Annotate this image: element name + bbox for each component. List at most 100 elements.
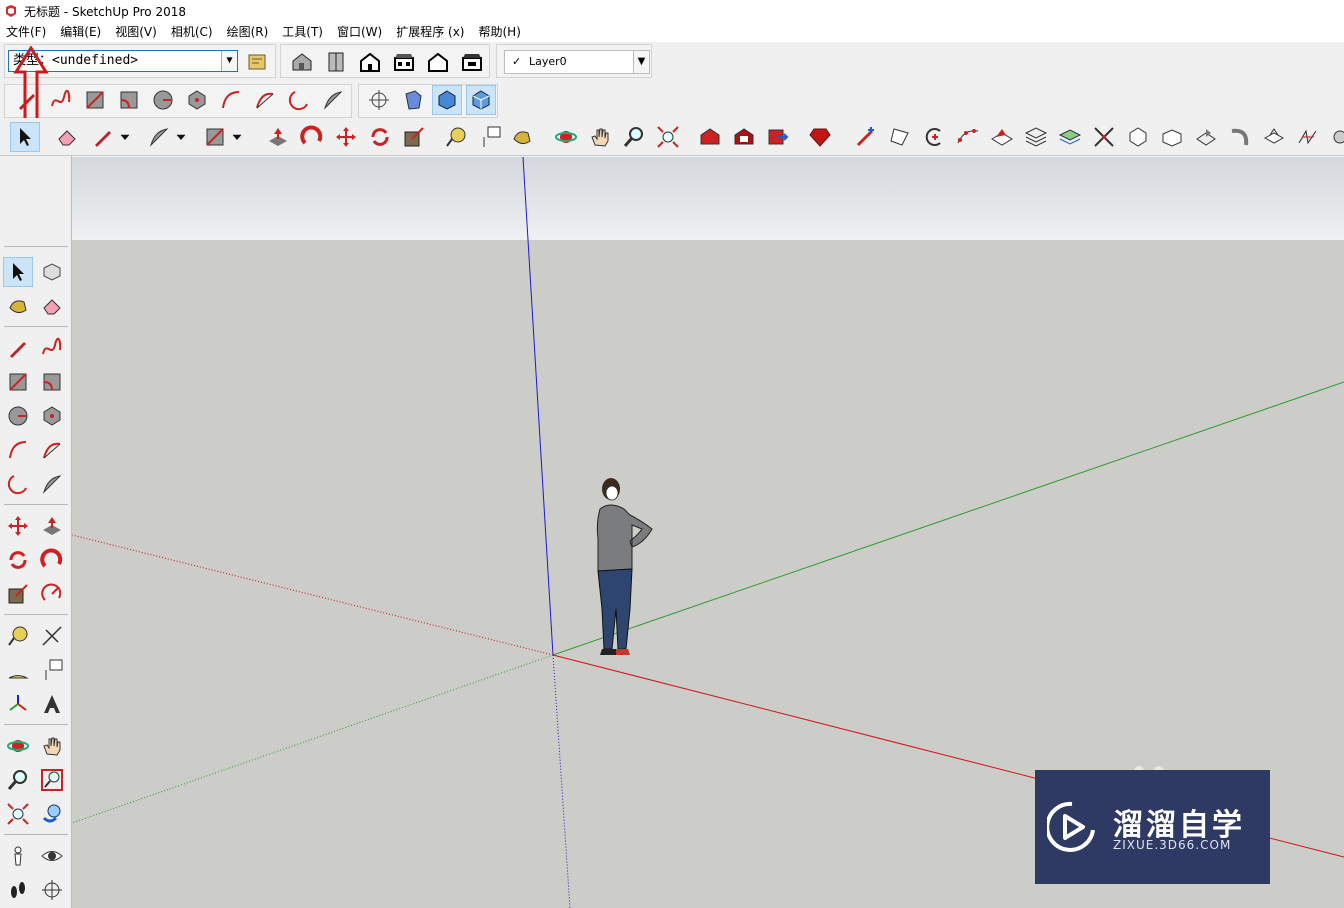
left-polygon-button[interactable] (37, 401, 67, 431)
left-pie-button[interactable] (37, 469, 67, 499)
arc2-button[interactable] (250, 85, 280, 115)
menu-view[interactable]: 视图(V) (108, 22, 164, 42)
cut-button[interactable] (1089, 122, 1119, 152)
rotated-rect-button[interactable] (114, 85, 144, 115)
left-protractor-button[interactable] (3, 655, 33, 685)
left-arc-button[interactable] (3, 435, 33, 465)
xray-button[interactable] (364, 85, 394, 115)
add-location-button[interactable] (851, 122, 881, 152)
left-previous-button[interactable] (37, 799, 67, 829)
left-rotate-button[interactable] (3, 545, 33, 575)
left-tape-button[interactable] (3, 621, 33, 651)
left-arc3-button[interactable] (3, 469, 33, 499)
menu-camera[interactable]: 相机(C) (164, 22, 220, 42)
left-freehand-button[interactable] (37, 333, 67, 363)
move-button[interactable] (331, 122, 361, 152)
zoom-button[interactable] (619, 122, 649, 152)
share-model-button[interactable] (763, 122, 793, 152)
left-zoom-window-button[interactable] (37, 765, 67, 795)
tape-button[interactable] (441, 122, 471, 152)
top-view-button[interactable] (321, 47, 351, 77)
orbit-button[interactable] (551, 122, 581, 152)
left-dimension-button[interactable] (37, 621, 67, 651)
rectangle-button[interactable] (80, 85, 110, 115)
stamp-button[interactable] (1191, 122, 1221, 152)
layers-stack-button[interactable] (1021, 122, 1051, 152)
circle-plus-button[interactable] (919, 122, 949, 152)
rectangle-tool-button[interactable] (200, 122, 230, 152)
warehouse-button[interactable] (695, 122, 725, 152)
layer-select[interactable]: ✓ Layer0 ▼ (504, 50, 650, 74)
layer-tool-button[interactable] (987, 122, 1017, 152)
drape-button[interactable] (1259, 122, 1289, 152)
wireframe-button[interactable] (432, 85, 462, 115)
chevron-down-icon[interactable]: ▼ (221, 51, 237, 71)
iso-view-button[interactable] (287, 47, 317, 77)
left-followme-button[interactable] (37, 545, 67, 575)
bend-button[interactable] (1225, 122, 1255, 152)
menu-tools[interactable]: 工具(T) (275, 22, 330, 42)
left-offset-button[interactable] (37, 579, 67, 609)
eraser-button[interactable] (52, 122, 82, 152)
left-view-button[interactable] (457, 47, 487, 77)
left-circle-button[interactable] (3, 401, 33, 431)
left-rotated-rect-button[interactable] (37, 367, 67, 397)
menu-edit[interactable]: 编辑(E) (53, 22, 108, 42)
curve-button[interactable] (953, 122, 983, 152)
arc-dropdown[interactable] (172, 122, 190, 152)
left-axes-button[interactable] (3, 689, 33, 719)
rectangle-dropdown[interactable] (228, 122, 246, 152)
front-view-button[interactable] (355, 47, 385, 77)
fold-button[interactable] (1293, 122, 1323, 152)
left-text-button[interactable] (37, 655, 67, 685)
left-zoom-extents-button[interactable] (3, 799, 33, 829)
menu-extensions[interactable]: 扩展程序 (x) (389, 22, 471, 42)
left-section-button[interactable] (37, 875, 67, 905)
zoom-extents-button[interactable] (653, 122, 683, 152)
menu-file[interactable]: 文件(F) (0, 22, 53, 42)
left-pencil-button[interactable] (3, 333, 33, 363)
left-position-camera-button[interactable] (3, 841, 33, 871)
rotate-button[interactable] (365, 122, 395, 152)
arc-tool-button[interactable] (144, 122, 174, 152)
freehand-button[interactable] (46, 85, 76, 115)
right-view-button[interactable] (389, 47, 419, 77)
back-view-button[interactable] (423, 47, 453, 77)
left-pushpull-button[interactable] (37, 511, 67, 541)
box-button[interactable] (1157, 122, 1187, 152)
sandbox-button[interactable] (885, 122, 915, 152)
left-paint-button[interactable] (3, 291, 33, 321)
left-3dtext-button[interactable] (37, 689, 67, 719)
left-walk-button[interactable] (3, 875, 33, 905)
left-component-button[interactable] (37, 257, 67, 287)
polygon-button[interactable] (182, 85, 212, 115)
left-look-around-button[interactable] (37, 841, 67, 871)
left-orbit-button[interactable] (3, 731, 33, 761)
left-move-button[interactable] (3, 511, 33, 541)
left-arc2-button[interactable] (37, 435, 67, 465)
pie-button[interactable] (318, 85, 348, 115)
circle-button[interactable] (148, 85, 178, 115)
more-tools-button[interactable] (1325, 122, 1344, 152)
left-select-button[interactable] (3, 257, 33, 287)
pushpull-button[interactable] (263, 122, 293, 152)
extension-warehouse-button[interactable] (729, 122, 759, 152)
menu-help[interactable]: 帮助(H) (471, 22, 527, 42)
classify-tool-button[interactable] (243, 47, 273, 77)
left-rectangle-button[interactable] (3, 367, 33, 397)
select-button[interactable] (10, 122, 40, 152)
arc-button[interactable] (216, 85, 246, 115)
ruby-console-button[interactable] (805, 122, 835, 152)
layers-color-button[interactable] (1055, 122, 1085, 152)
pan-button[interactable] (585, 122, 615, 152)
left-scale-button[interactable] (3, 579, 33, 609)
text-button[interactable] (475, 122, 505, 152)
arc3-button[interactable] (284, 85, 314, 115)
pencil-tool-button[interactable] (88, 122, 118, 152)
chevron-down-icon[interactable]: ▼ (633, 51, 649, 73)
paint-button[interactable] (507, 122, 537, 152)
scale-button[interactable] (399, 122, 429, 152)
back-edges-button[interactable] (398, 85, 428, 115)
followme-button[interactable] (297, 122, 327, 152)
menu-draw[interactable]: 绘图(R) (220, 22, 276, 42)
